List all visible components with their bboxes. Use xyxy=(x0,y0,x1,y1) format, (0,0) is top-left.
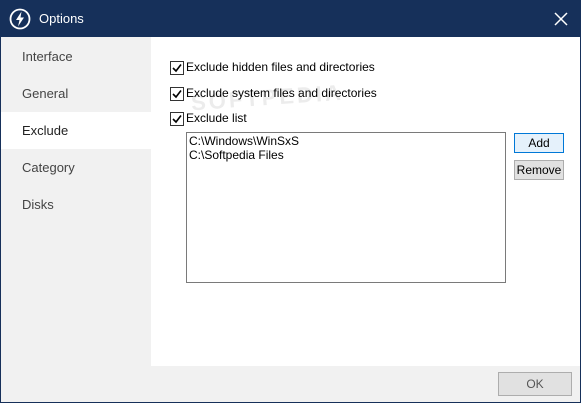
exclude-hidden-label: Exclude hidden files and directories xyxy=(186,60,375,74)
checkmark-icon xyxy=(172,64,182,73)
close-icon[interactable] xyxy=(549,7,573,31)
sidebar-item-label: General xyxy=(22,86,69,101)
add-button[interactable]: Add xyxy=(514,133,564,153)
title-bar[interactable]: Options xyxy=(1,1,580,37)
sidebar-item-interface[interactable]: Interface xyxy=(1,38,151,75)
options-window: Options Interface General Exclude Catego… xyxy=(0,0,581,403)
sidebar-item-label: Exclude xyxy=(22,123,69,138)
sidebar-item-disks[interactable]: Disks xyxy=(1,186,151,223)
sidebar-item-label: Disks xyxy=(22,197,54,212)
sidebar-item-label: Interface xyxy=(22,49,73,64)
exclude-hidden-checkbox[interactable] xyxy=(170,61,184,75)
exclude-panel: SOFTPEDIA Exclude hidden files and direc… xyxy=(151,37,580,366)
lightning-bolt-icon xyxy=(9,8,31,30)
remove-button[interactable]: Remove xyxy=(514,160,564,180)
sidebar-item-label: Category xyxy=(22,160,75,175)
exclude-list-checkbox[interactable] xyxy=(170,112,184,126)
checkmark-icon xyxy=(172,115,182,124)
exclude-system-checkbox[interactable] xyxy=(170,87,184,101)
exclude-listbox[interactable]: C:\Windows\WinSxS C:\Softpedia Files xyxy=(186,132,506,283)
checkmark-icon xyxy=(172,90,182,99)
sidebar: Interface General Exclude Category Disks xyxy=(1,37,151,366)
exclude-list-label: Exclude list xyxy=(186,111,247,125)
footer-bar: OK xyxy=(1,366,580,402)
window-title: Options xyxy=(39,11,84,26)
ok-button[interactable]: OK xyxy=(498,372,572,396)
sidebar-item-exclude[interactable]: Exclude xyxy=(1,112,151,149)
exclude-system-label: Exclude system files and directories xyxy=(186,86,377,100)
sidebar-item-general[interactable]: General xyxy=(1,75,151,112)
list-item[interactable]: C:\Windows\WinSxS xyxy=(189,134,299,148)
sidebar-item-category[interactable]: Category xyxy=(1,149,151,186)
list-item[interactable]: C:\Softpedia Files xyxy=(189,148,284,162)
